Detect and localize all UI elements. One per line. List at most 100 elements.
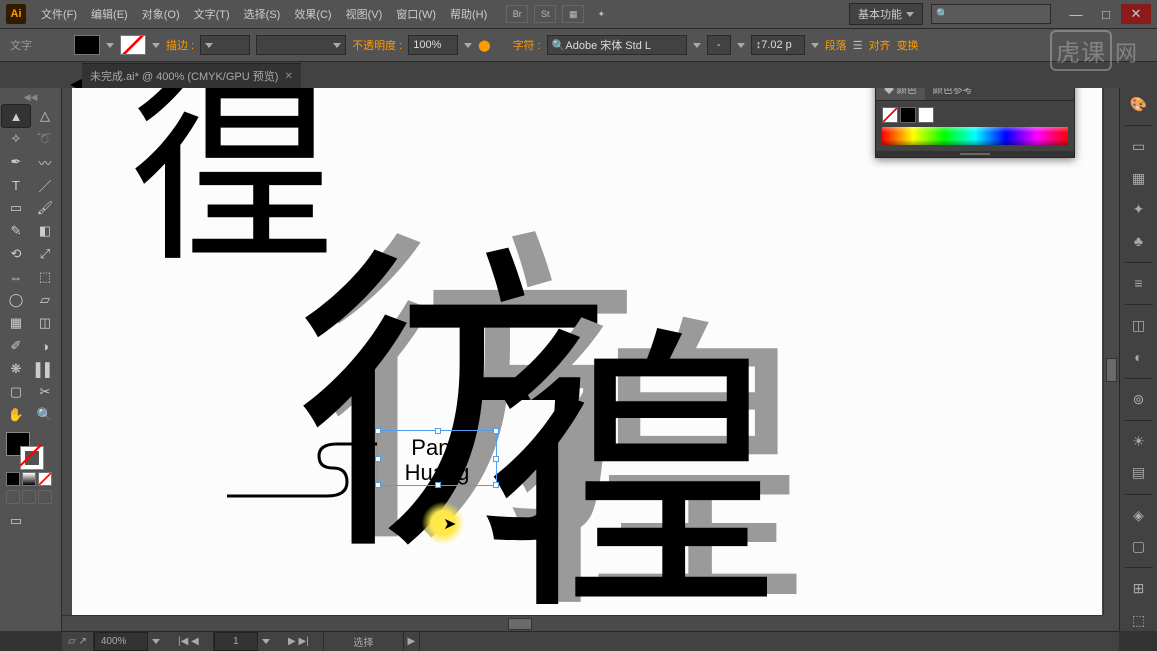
font-family-field[interactable]: 🔍 Adobe 宋体 Std L: [547, 35, 687, 55]
handle-br[interactable]: [493, 482, 499, 488]
pencil-tool[interactable]: ✎: [2, 220, 30, 242]
artboard-number[interactable]: 1: [214, 632, 258, 651]
align-icons[interactable]: ☰: [853, 39, 863, 52]
dock-layers-icon[interactable]: ◈: [1128, 505, 1150, 526]
font-style-field[interactable]: -: [707, 35, 731, 55]
menu-window[interactable]: 窗口(W): [389, 6, 443, 22]
font-size-field[interactable]: ↕ 7.02 p: [751, 35, 805, 55]
tab-isolation-icon[interactable]: ◀: [70, 74, 78, 88]
dock-artboards-icon[interactable]: ▢: [1128, 536, 1150, 557]
gradient-tool[interactable]: ◫: [31, 312, 59, 334]
menu-effect[interactable]: 效果(C): [287, 6, 338, 22]
scale-tool[interactable]: ⤢: [31, 243, 59, 265]
eraser-tool[interactable]: ◧: [31, 220, 59, 242]
pen-tool[interactable]: ✒: [2, 151, 30, 173]
dock-brushes-icon[interactable]: ✦: [1128, 199, 1150, 220]
workspace-switcher[interactable]: 基本功能: [849, 3, 923, 25]
symbol-sprayer-tool[interactable]: ❋: [2, 358, 30, 380]
menu-view[interactable]: 视图(V): [339, 6, 390, 22]
shape-builder-tool[interactable]: ◯: [2, 289, 30, 311]
slice-tool[interactable]: ✂: [31, 381, 59, 403]
line-tool[interactable]: ／: [31, 174, 59, 196]
draw-normal-icon[interactable]: [6, 490, 20, 504]
blend-tool[interactable]: ◑: [31, 335, 59, 357]
menu-file[interactable]: 文件(F): [34, 6, 84, 22]
none-mode-icon[interactable]: [38, 472, 52, 486]
stroke-box[interactable]: [20, 446, 44, 470]
transform-link[interactable]: 变换: [897, 37, 919, 53]
arrange-docs-icon[interactable]: ▦: [562, 5, 584, 23]
color-mode-icon[interactable]: [6, 472, 20, 486]
zoom-field[interactable]: 400%: [94, 632, 148, 651]
canvas[interactable]: 徨 彷 彷 徨 徨 Pang Huang: [62, 88, 1119, 631]
dock-cc-icon[interactable]: ⊚: [1128, 389, 1150, 410]
menu-edit[interactable]: 编辑(E): [84, 6, 135, 22]
rotate-tool[interactable]: ⟲: [2, 243, 30, 265]
handle-tl[interactable]: [375, 428, 381, 434]
lasso-tool[interactable]: ➰: [31, 128, 59, 150]
curvature-tool[interactable]: 〰: [31, 151, 59, 173]
dock-align-icon[interactable]: ⊞: [1128, 578, 1150, 599]
direct-selection-tool[interactable]: △: [31, 105, 59, 127]
bridge-icon[interactable]: Br: [506, 5, 528, 23]
handle-mr[interactable]: [493, 456, 499, 462]
type-tool[interactable]: T: [2, 174, 30, 196]
horizontal-scrollbar[interactable]: [62, 615, 1103, 631]
document-tab[interactable]: 未完成.ai* @ 400% (CMYK/GPU 预览) ✕: [82, 63, 301, 88]
selection-tool[interactable]: ▲: [2, 105, 30, 127]
magic-wand-tool[interactable]: ✧: [2, 128, 30, 150]
dock-transparency-icon[interactable]: ◐: [1128, 346, 1150, 367]
color-guide-tab[interactable]: 颜色参考: [925, 88, 981, 100]
spectrum-picker[interactable]: [882, 127, 1068, 145]
gradient-mode-icon[interactable]: [22, 472, 36, 486]
mesh-tool[interactable]: ▦: [2, 312, 30, 334]
free-transform-tool[interactable]: ⬚: [31, 266, 59, 288]
column-graph-tool[interactable]: ▌▌: [31, 358, 59, 380]
fill-swatch[interactable]: [74, 35, 100, 55]
stock-icon[interactable]: St: [534, 5, 556, 23]
menu-object[interactable]: 对象(O): [135, 6, 187, 22]
handle-ml[interactable]: [375, 456, 381, 462]
menu-select[interactable]: 选择(S): [237, 6, 288, 22]
toolbox-grip[interactable]: ◀◀: [2, 92, 59, 103]
selected-text[interactable]: Pang Huang: [378, 431, 496, 486]
draw-inside-icon[interactable]: [38, 490, 52, 504]
dock-stroke-icon[interactable]: ≡: [1128, 273, 1150, 294]
cp-white-swatch[interactable]: [918, 107, 934, 123]
hscroll-thumb[interactable]: [508, 618, 532, 630]
variable-width[interactable]: [256, 35, 346, 55]
width-tool[interactable]: ⇔: [2, 266, 30, 288]
handle-bm[interactable]: [435, 482, 441, 488]
dock-swatches-icon[interactable]: ▦: [1128, 168, 1150, 189]
maximize-button[interactable]: □: [1091, 4, 1121, 24]
zoom-tool[interactable]: 🔍: [31, 404, 59, 426]
handle-bl[interactable]: [375, 482, 381, 488]
stroke-swatch[interactable]: [120, 35, 146, 55]
perspective-tool[interactable]: ▱: [31, 289, 59, 311]
panel-menu-icon[interactable]: ≡: [1052, 88, 1074, 100]
minimize-button[interactable]: —: [1061, 4, 1091, 24]
eyedropper-tool[interactable]: ✐: [2, 335, 30, 357]
close-button[interactable]: ✕: [1121, 4, 1151, 24]
color-tab[interactable]: ◆ 颜色: [876, 88, 925, 100]
dock-graphic-styles-icon[interactable]: ▤: [1128, 462, 1150, 483]
cp-none-swatch[interactable]: [882, 107, 898, 123]
recolor-icon[interactable]: ⬤: [478, 39, 490, 52]
vscroll-thumb[interactable]: [1106, 358, 1117, 382]
screen-mode-button[interactable]: ▭: [2, 510, 30, 532]
vertical-scrollbar[interactable]: [1103, 88, 1119, 615]
handle-tr[interactable]: [493, 428, 499, 434]
handle-tm[interactable]: [435, 428, 441, 434]
dock-gradient-icon[interactable]: ◫: [1128, 315, 1150, 336]
paragraph-link[interactable]: 段落: [825, 37, 847, 53]
fill-stroke-control[interactable]: [2, 432, 59, 470]
artboard-next[interactable]: ▶ ▶|: [274, 632, 324, 651]
search-input[interactable]: 🔍: [931, 4, 1051, 24]
color-panel[interactable]: ◆ 颜色 颜色参考 ≡: [875, 88, 1075, 158]
align-link[interactable]: 对齐: [869, 37, 891, 53]
menu-type[interactable]: 文字(T): [187, 6, 237, 22]
status-nav-icon[interactable]: ▱ ↗: [62, 632, 94, 651]
artboard-tool[interactable]: ▢: [2, 381, 30, 403]
selection-bounding-box[interactable]: Pang Huang: [377, 430, 497, 486]
dock-properties-icon[interactable]: ▭: [1128, 136, 1150, 157]
